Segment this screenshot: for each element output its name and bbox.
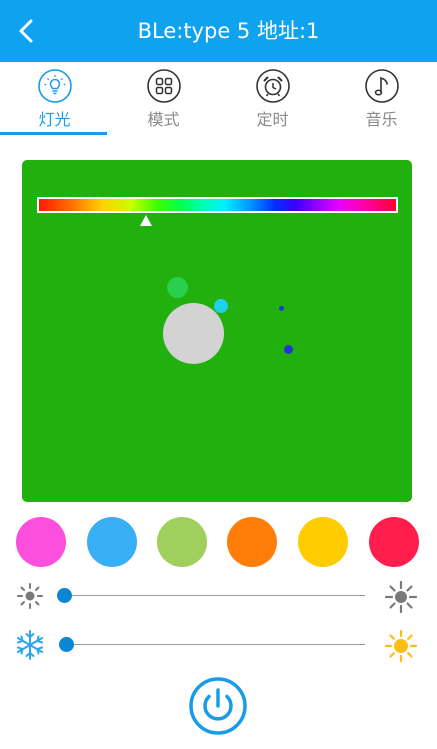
sun-icon[interactable] (384, 629, 418, 663)
swatch-green[interactable] (157, 517, 207, 567)
color-temperature-slider-row (0, 625, 437, 665)
spectrum-marker[interactable] (140, 215, 153, 226)
page-title: BLe:type 5 地址:1 (137, 19, 320, 43)
alarm-clock-icon (256, 69, 290, 103)
brightness-slider-track[interactable] (64, 595, 365, 596)
swatch-orange[interactable] (227, 517, 277, 567)
color-selector-handle[interactable] (163, 303, 224, 364)
color-temperature-slider-track[interactable] (64, 644, 365, 645)
brightness-high-icon[interactable] (384, 580, 418, 614)
power-icon (189, 677, 247, 735)
brightness-slider-row (0, 576, 437, 616)
preset-color-swatches (16, 517, 421, 567)
color-spectrum-bar[interactable] (37, 197, 398, 213)
swatch-red[interactable] (369, 517, 419, 567)
floating-dot (214, 299, 228, 313)
swatch-pink[interactable] (16, 517, 66, 567)
lightbulb-icon (38, 69, 72, 103)
tab-timer[interactable]: 定时 (218, 62, 327, 136)
color-picker-panel[interactable] (22, 160, 412, 502)
power-button[interactable] (188, 676, 248, 736)
tab-bar: 灯光 模式 定时 音乐 (0, 62, 437, 136)
app-header: BLe:type 5 地址:1 (0, 0, 437, 62)
music-note-icon (365, 69, 399, 103)
swatch-yellow[interactable] (298, 517, 348, 567)
tab-music[interactable]: 音乐 (327, 62, 436, 136)
active-tab-indicator (0, 132, 107, 135)
tab-label: 灯光 (38, 110, 71, 129)
swatch-blue[interactable] (87, 517, 137, 567)
color-temperature-slider-thumb[interactable] (59, 637, 74, 652)
brightness-low-icon[interactable] (14, 580, 46, 612)
snowflake-icon[interactable] (14, 629, 46, 661)
tab-light[interactable]: 灯光 (0, 62, 109, 136)
floating-dot (167, 277, 188, 298)
tab-mode[interactable]: 模式 (109, 62, 218, 136)
brightness-slider-thumb[interactable] (57, 588, 72, 603)
tab-label: 定时 (256, 110, 289, 129)
tab-label: 模式 (147, 110, 180, 129)
grid-icon (147, 69, 181, 103)
floating-dot (279, 306, 284, 311)
tab-label: 音乐 (365, 110, 398, 129)
floating-dot (284, 345, 293, 354)
